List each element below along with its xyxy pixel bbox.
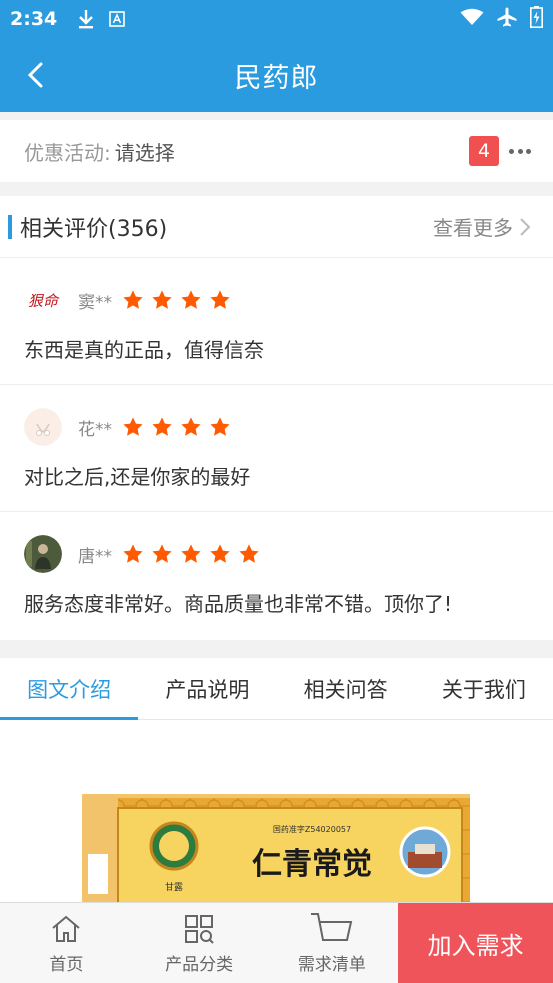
section-marker	[8, 214, 12, 239]
review-item: 狠命 窦** 东西是真的正品，值得信奈	[0, 258, 553, 385]
reviewer-name: 唐**	[78, 546, 112, 567]
product-detail-content: 甘露 国药准字Z54020057 仁青常觉	[0, 720, 553, 902]
see-more-link[interactable]: 查看更多	[433, 212, 531, 241]
star-icon	[123, 290, 143, 309]
reviews-header: 相关评价(356) 查看更多	[0, 196, 553, 258]
star-icon	[123, 417, 143, 436]
see-more-label: 查看更多	[433, 216, 513, 240]
rating-stars	[122, 543, 260, 565]
download-icon	[77, 9, 95, 29]
review-text: 服务态度非常好。商品质量也非常不错。顶你了!	[24, 592, 453, 616]
review-item: 唐** 服务态度非常好。商品质量也非常不错。顶你了!	[0, 512, 553, 639]
header: 民药郎	[0, 38, 553, 112]
star-icon	[239, 544, 259, 563]
star-icon	[152, 544, 172, 563]
back-button[interactable]	[22, 60, 52, 90]
status-right	[460, 6, 543, 32]
cart-icon	[309, 912, 355, 946]
promo-row[interactable]: 优惠活动: 请选择 4	[0, 120, 553, 182]
star-icon	[181, 544, 201, 563]
tab-about-us[interactable]: 关于我们	[415, 658, 553, 719]
vendor-mark: 甘露	[165, 881, 183, 893]
home-icon	[50, 912, 82, 946]
star-icon	[181, 417, 201, 436]
star-icon	[152, 417, 172, 436]
more-dots-icon[interactable]	[509, 138, 531, 164]
nav-category[interactable]: 产品分类	[133, 903, 266, 983]
nav-home[interactable]: 首页	[0, 903, 133, 983]
nav-demand-list[interactable]: 需求清单	[266, 903, 399, 983]
promo-label: 优惠活动:	[24, 140, 111, 165]
avatar: 狠命	[24, 281, 62, 319]
product-name: 仁青常觉	[252, 847, 372, 882]
reviewer-name: 花**	[78, 419, 112, 440]
detail-tabs: 图文介绍 产品说明 相关问答 关于我们	[0, 658, 553, 720]
star-icon	[210, 290, 230, 309]
review-text: 东西是真的正品，值得信奈	[24, 338, 264, 362]
bottom-bar: 首页 产品分类 需求清单 加入需求	[0, 902, 553, 983]
star-icon	[152, 290, 172, 309]
wifi-icon	[460, 8, 484, 30]
tab-graphic-intro[interactable]: 图文介绍	[0, 658, 139, 720]
review-text: 对比之后,还是你家的最好	[24, 465, 251, 489]
airplane-icon	[496, 7, 518, 31]
rating-stars	[122, 416, 231, 438]
nav-category-label: 产品分类	[165, 954, 234, 975]
promo-count-badge: 4	[469, 136, 499, 166]
battery-icon	[530, 6, 543, 32]
status-bar: 2:34	[0, 0, 553, 38]
star-icon	[210, 544, 230, 563]
text-a-icon	[109, 11, 126, 27]
star-icon	[181, 290, 201, 309]
tab-qa[interactable]: 相关问答	[277, 658, 415, 719]
reviews-title: 相关评价(356)	[20, 216, 168, 242]
status-time: 2:34	[10, 8, 58, 30]
reviews-section: 相关评价(356) 查看更多 狠命 窦** 东西是真的正品，值得信奈 花** 对…	[0, 196, 553, 640]
add-to-demand-button[interactable]: 加入需求	[398, 903, 553, 983]
chevron-right-icon	[520, 217, 531, 236]
nav-home-label: 首页	[49, 954, 84, 975]
star-icon	[123, 544, 143, 563]
page-title: 民药郎	[234, 62, 319, 94]
avatar-text: 狠命	[28, 292, 60, 310]
category-grid-icon	[183, 912, 215, 946]
approval-number: 国药准字Z54020057	[273, 824, 351, 834]
nav-demand-list-label: 需求清单	[297, 954, 366, 975]
rating-stars	[122, 289, 231, 311]
tab-product-manual[interactable]: 产品说明	[138, 658, 276, 719]
avatar	[24, 408, 62, 446]
product-box-image: 甘露 国药准字Z54020057 仁青常觉	[82, 794, 470, 902]
review-item: 花** 对比之后,还是你家的最好	[0, 385, 553, 512]
star-icon	[210, 417, 230, 436]
promo-value[interactable]: 请选择	[115, 137, 175, 166]
avatar	[24, 535, 62, 573]
app: 2:34 民药郎 优惠活动: 请选择 4 相关评价(356) 查看更多 狠命 窦…	[0, 0, 553, 983]
chevron-left-icon	[27, 62, 43, 88]
reviewer-name: 窦**	[78, 292, 112, 313]
